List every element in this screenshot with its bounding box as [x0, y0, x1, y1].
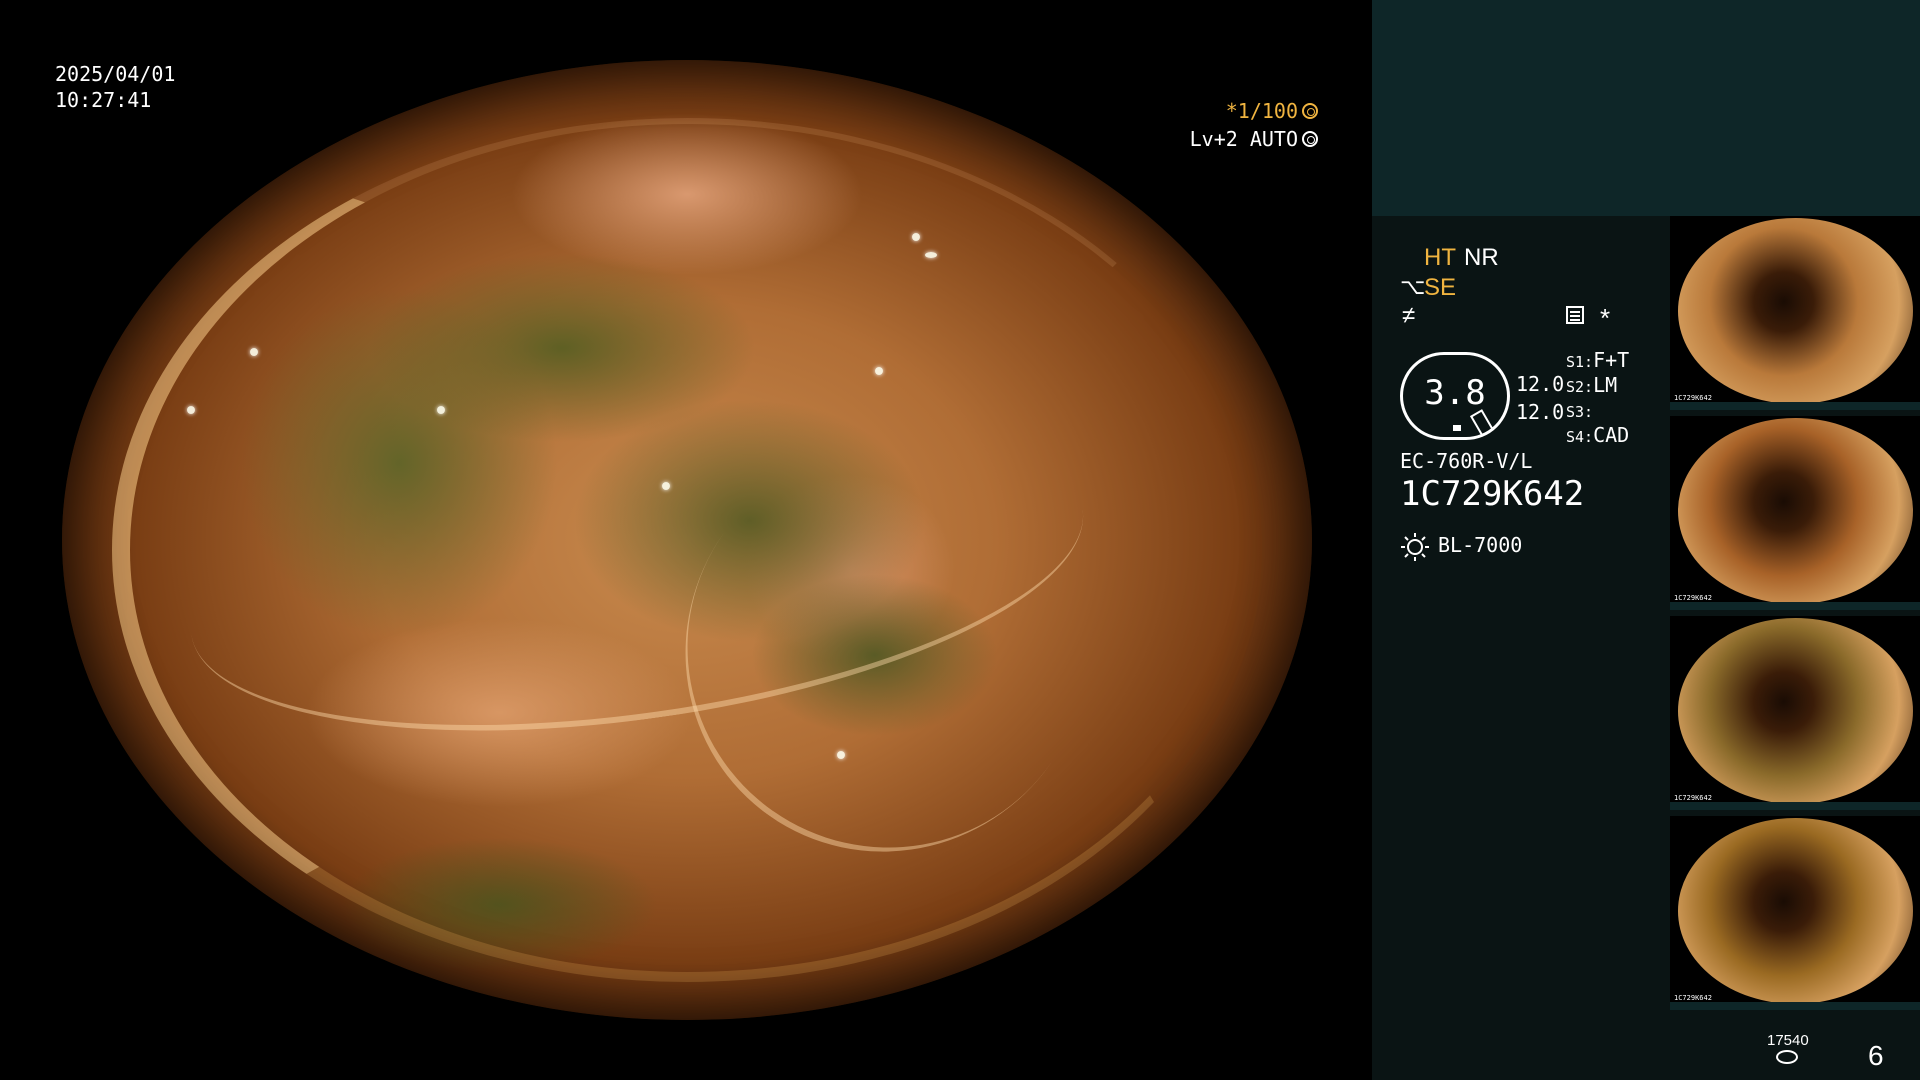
side-panel-header — [1372, 0, 1920, 216]
gauge-value: 3.8 — [1424, 373, 1486, 413]
switch-row-s1: S1:F+T — [1566, 348, 1629, 372]
shutter-value: *1/100 — [1225, 99, 1298, 123]
thumbnail-3[interactable]: 1C729K642 — [1670, 616, 1920, 810]
thumbnail-serial: 1C729K642 — [1674, 994, 1712, 1002]
thumbnail-image — [1678, 418, 1913, 604]
light-reflection — [837, 751, 845, 760]
thumbnail-strip — [1670, 802, 1920, 810]
zoom-gauge: 3.8 — [1400, 352, 1510, 440]
switch-row-s3: S3: — [1566, 398, 1593, 422]
light-reflection — [249, 348, 258, 356]
light-reflection — [437, 405, 445, 414]
brightness-level-readout: Lv+2 AUTO — [1190, 127, 1318, 151]
switch-key: S4: — [1566, 428, 1594, 446]
switch-value: LM — [1593, 373, 1618, 397]
scope-model: EC-760R-V/L — [1400, 449, 1533, 473]
mucosal-fold — [170, 363, 1104, 780]
storage-disk-icon — [1776, 1050, 1798, 1064]
iris-icon — [1302, 131, 1318, 147]
time-readout: 10:27:41 — [55, 88, 152, 112]
se-indicator: SE — [1424, 274, 1457, 301]
light-source-model: BL-7000 — [1438, 533, 1523, 557]
ht-indicator: HT — [1424, 244, 1456, 271]
thumbnail-strip — [1670, 1002, 1920, 1010]
thumbnail-strip — [1670, 402, 1920, 410]
endoscopic-image — [62, 60, 1312, 1020]
captured-thumbnails: 1C729K642 1C729K642 1C729K642 1C729K642 — [1670, 216, 1920, 1016]
switch-value: F+T — [1593, 348, 1630, 372]
thumbnail-image — [1678, 818, 1913, 1004]
thumbnail-image — [1678, 618, 1913, 804]
light-reflection — [187, 405, 195, 414]
light-reflection — [912, 232, 920, 241]
gauge-marker — [1453, 425, 1461, 431]
light-source-icon — [1401, 533, 1429, 561]
freeze-mode-icon: ≠ — [1402, 302, 1416, 329]
thumbnail-2[interactable]: 1C729K642 — [1670, 416, 1920, 610]
thumbnail-image — [1678, 218, 1913, 404]
light-reflection — [662, 482, 670, 491]
storage-count: 17540 — [1767, 1032, 1809, 1049]
thumbnail-4[interactable]: 1C729K642 — [1670, 816, 1920, 1010]
shutter-readout: *1/100 — [1226, 99, 1318, 123]
thumbnail-1[interactable]: 1C729K642 — [1670, 216, 1920, 410]
thumbnail-strip — [1670, 602, 1920, 610]
image-count: 6 — [1868, 1040, 1884, 1071]
gauge-needle-icon — [1469, 409, 1495, 437]
thumbnail-serial: 1C729K642 — [1674, 594, 1712, 602]
menu-icon — [1566, 306, 1584, 324]
thumbnail-serial: 1C729K642 — [1674, 794, 1712, 802]
date-readout: 2025/04/01 — [55, 62, 176, 86]
asterisk-indicator: * — [1600, 303, 1611, 333]
value-readout-b: 12.0 — [1516, 400, 1565, 424]
light-reflection — [874, 367, 883, 376]
switch-row-s4: S4:CAD — [1566, 423, 1629, 447]
switch-value: CAD — [1593, 423, 1630, 447]
light-reflection — [924, 252, 937, 258]
nr-indicator: NR — [1464, 244, 1499, 271]
switch-key: S2: — [1566, 378, 1594, 396]
thumbnail-serial: 1C729K642 — [1674, 394, 1712, 402]
value-readout-a: 12.0 — [1516, 372, 1565, 396]
structure-enhance-icon: ⌥ — [1400, 274, 1426, 299]
colon-wall-ring — [112, 117, 1262, 982]
endoscope-main-view: 2025/04/01 10:27:41 *1/100 Lv+2 AUTO — [0, 0, 1372, 1080]
switch-key: S1: — [1566, 353, 1594, 371]
aperture-icon — [1302, 103, 1318, 119]
scope-serial: 1C729K642 — [1400, 474, 1585, 514]
switch-key: S3: — [1566, 403, 1594, 421]
level-value: Lv+2 AUTO — [1189, 127, 1298, 151]
mucosal-fold — [605, 366, 1169, 931]
switch-row-s2: S2:LM — [1566, 373, 1617, 397]
